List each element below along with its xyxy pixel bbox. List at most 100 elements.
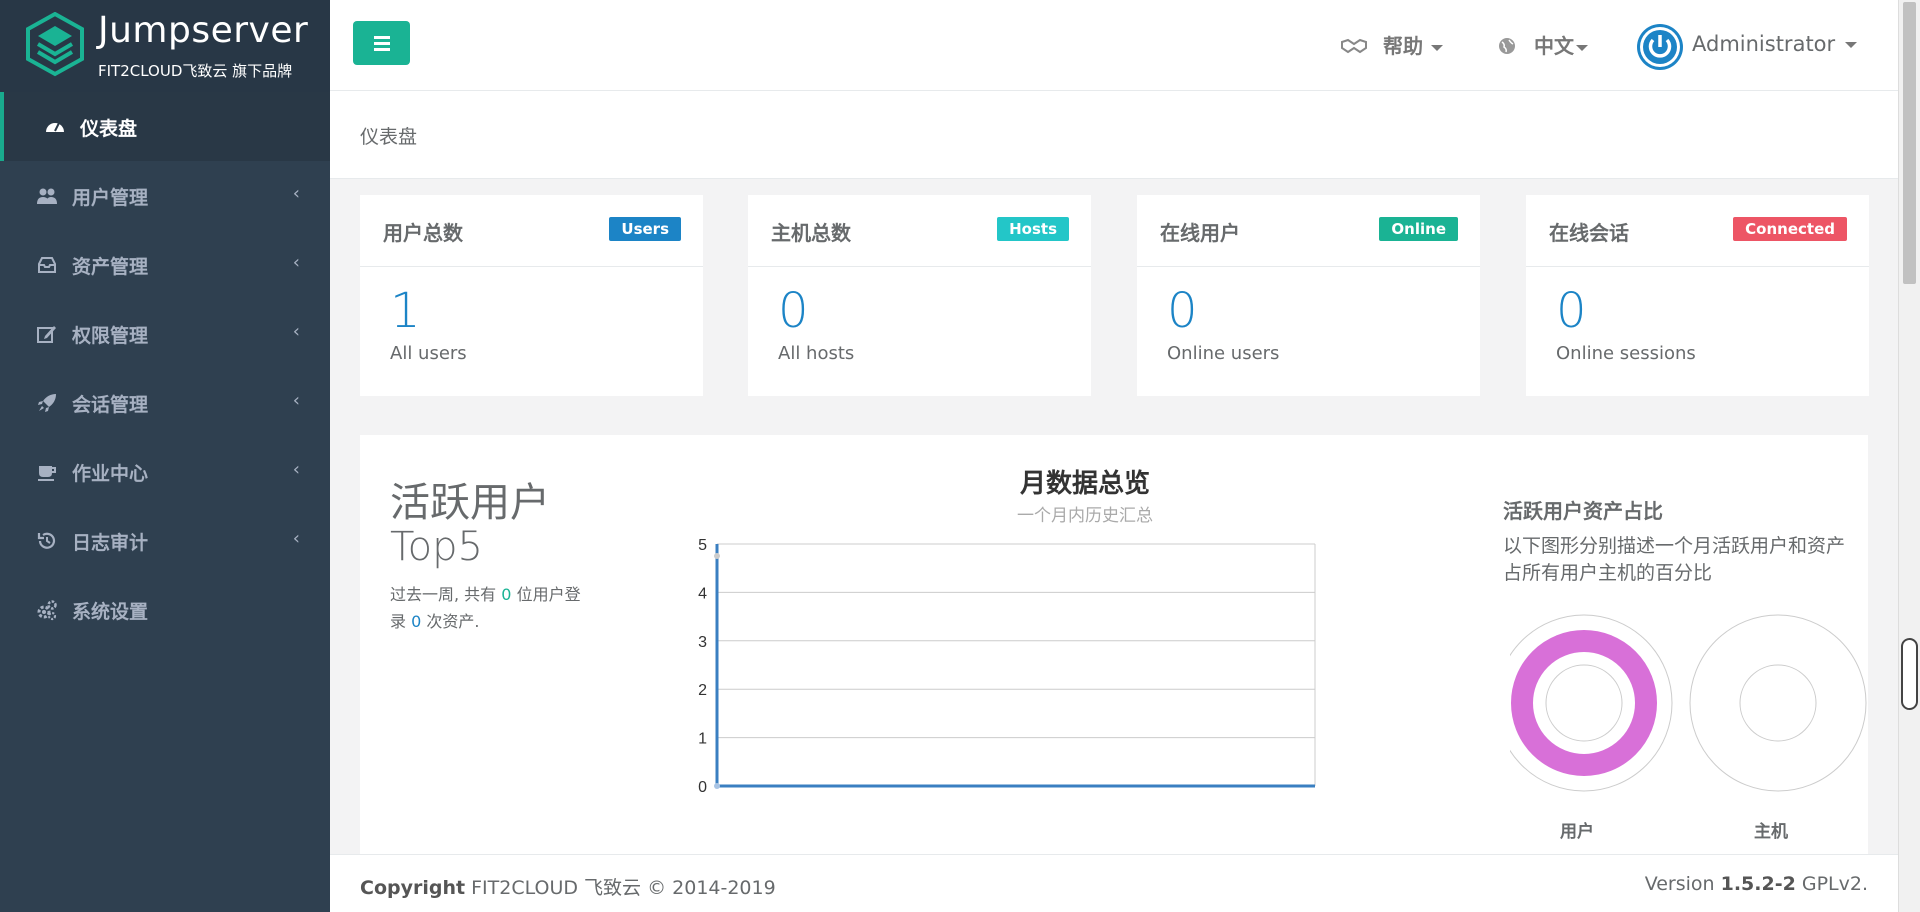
sidebar-item-jobs[interactable]: 作业中心 ‹ — [0, 437, 330, 506]
donut-slice — [1511, 630, 1657, 776]
sidebar-item-label: 权限管理 — [72, 325, 149, 347]
ratio-title: 活跃用户资产占比 — [1503, 499, 1663, 523]
status-badge: Hosts — [997, 217, 1069, 241]
donut-label-hosts: 主机 — [1754, 822, 1788, 842]
users-icon — [37, 188, 57, 204]
copyright-bold: Copyright — [360, 877, 466, 899]
top5-desc-text: 次资产. — [426, 612, 480, 631]
sidebar-item-settings[interactable]: 系统设置 — [0, 575, 330, 644]
page-title: 仪表盘 — [360, 126, 418, 148]
edit-icon — [37, 326, 56, 343]
stat-card-desc: Online sessions — [1556, 343, 1696, 364]
top5-title-line: Top5 — [390, 524, 483, 570]
sidebar: Jumpserver FIT2CLOUD飞致云 旗下品牌 仪表盘 用户管理 ‹ … — [0, 0, 330, 912]
stat-card-title: 在线用户 — [1160, 221, 1240, 245]
dashboard-icon — [46, 122, 64, 132]
donut-label-users: 用户 — [1560, 822, 1594, 842]
stat-card-value: 0 — [1167, 283, 1198, 339]
sidebar-item-permissions[interactable]: 权限管理 ‹ — [0, 299, 330, 368]
y-tick-label: 0 — [698, 779, 707, 796]
chart-title: 月数据总览 — [1019, 469, 1150, 499]
donut-inner-ring — [1739, 664, 1817, 742]
version-prefix: Version — [1644, 873, 1715, 895]
caret-down-icon — [1430, 44, 1443, 51]
user-dropdown[interactable]: Administrator — [1692, 32, 1858, 56]
sidebar-item-label: 日志审计 — [72, 532, 149, 554]
version-number: 1.5.2-2 — [1720, 873, 1796, 895]
chevron-left-icon: ‹ — [292, 252, 300, 273]
page-scrollbar[interactable] — [1898, 0, 1920, 912]
sidebar-item-assets[interactable]: 资产管理 ‹ — [0, 230, 330, 299]
avatar[interactable] — [1637, 24, 1683, 70]
y-tick-label: 5 — [698, 537, 707, 554]
caret-down-icon — [1575, 44, 1588, 51]
axis-marker — [714, 553, 720, 559]
sidebar-item-users[interactable]: 用户管理 ‹ — [0, 161, 330, 230]
caret-down-icon — [1845, 42, 1858, 48]
stat-card-users: 用户总数 Users 1 All users — [360, 195, 703, 396]
stat-card-title: 用户总数 — [383, 221, 463, 245]
stat-card-online-sessions: 在线会话 Connected 0 Online sessions — [1526, 195, 1869, 396]
status-badge: Users — [609, 217, 681, 241]
sidebar-item-dashboard[interactable]: 仪表盘 — [0, 92, 330, 161]
stat-card-title: 主机总数 — [771, 221, 851, 245]
chevron-left-icon: ‹ — [292, 183, 300, 204]
ratio-donuts — [1510, 614, 1867, 792]
top5-title-line: 活跃用户 — [390, 480, 550, 526]
top5-title: 活跃用户 Top5 — [390, 481, 550, 569]
brand-name[interactable]: Jumpserver — [98, 10, 308, 51]
top5-description: 过去一周, 共有 0 位用户登录 0 次资产. — [390, 581, 600, 635]
status-badge: Connected — [1733, 217, 1847, 241]
stat-card-value: 0 — [778, 283, 809, 339]
handshake-icon — [1341, 38, 1367, 54]
top5-desc-text: 过去一周, 共有 — [390, 585, 497, 604]
data-point — [714, 783, 720, 789]
menu-bar-icon — [374, 42, 390, 45]
sidebar-item-sessions[interactable]: 会话管理 ‹ — [0, 368, 330, 437]
brand-subtitle: FIT2CLOUD飞致云 旗下品牌 — [98, 62, 293, 80]
menu-bar-icon — [374, 48, 390, 51]
stat-card-online-users: 在线用户 Online 0 Online users — [1137, 195, 1480, 396]
stat-card-desc: All hosts — [778, 343, 855, 364]
y-tick-label: 4 — [698, 585, 707, 602]
language-label: 中文 — [1533, 34, 1574, 58]
monthly-chart: 0 1 2 3 4 5 — [698, 537, 1316, 796]
donut-outer-ring — [1689, 614, 1867, 792]
power-icon — [1640, 27, 1680, 67]
user-label: Administrator — [1692, 32, 1836, 56]
top5-asset-count: 0 — [411, 612, 422, 631]
top5-user-count: 0 — [501, 585, 512, 604]
stat-card-hosts: 主机总数 Hosts 0 All hosts — [748, 195, 1091, 396]
gears-icon — [37, 600, 57, 621]
stat-card-desc: All users — [390, 343, 467, 364]
sidebar-item-audit[interactable]: 日志审计 ‹ — [0, 506, 330, 575]
overview-panel: 活跃用户 Top5 过去一周, 共有 0 位用户登录 0 次资产. 月数据总览 … — [360, 435, 1868, 855]
top5-desc-text: 录 — [390, 612, 407, 631]
jumpserver-logo[interactable] — [24, 12, 86, 84]
chart-subtitle: 一个月内历史汇总 — [1017, 506, 1153, 526]
globe-icon — [1499, 38, 1515, 54]
copyright-text: FIT2CLOUD 飞致云 © 2014-2019 — [471, 877, 776, 899]
history-icon — [37, 532, 56, 549]
chevron-left-icon: ‹ — [292, 528, 300, 549]
y-tick-label: 1 — [698, 731, 707, 748]
sidebar-item-label: 作业中心 — [72, 463, 149, 485]
footer: Copyright FIT2CLOUD 飞致云 © 2014-2019 Vers… — [330, 854, 1898, 912]
language-dropdown[interactable]: 中文 — [1497, 30, 1588, 59]
help-dropdown[interactable]: 帮助 — [1340, 30, 1443, 59]
sidebar-item-label: 系统设置 — [72, 601, 149, 623]
chevron-left-icon: ‹ — [292, 390, 300, 411]
scroll-handle[interactable] — [1901, 638, 1918, 710]
status-badge: Online — [1379, 217, 1458, 241]
sidebar-item-label: 资产管理 — [72, 256, 149, 278]
ratio-description: 以下图形分别描述一个月活跃用户和资产占所有用户主机的百分比 — [1503, 535, 1846, 584]
sidebar-item-label: 会话管理 — [72, 394, 149, 416]
sidebar-item-label: 仪表盘 — [80, 118, 138, 140]
brand-header: Jumpserver FIT2CLOUD飞致云 旗下品牌 — [0, 0, 330, 92]
toggle-sidebar-button[interactable] — [353, 21, 410, 65]
rocket-icon — [38, 394, 56, 412]
sidebar-item-label: 用户管理 — [72, 187, 149, 209]
scrollbar-thumb[interactable] — [1903, 2, 1916, 284]
menu-bar-icon — [374, 36, 390, 39]
donut-inner-ring — [1545, 664, 1623, 742]
